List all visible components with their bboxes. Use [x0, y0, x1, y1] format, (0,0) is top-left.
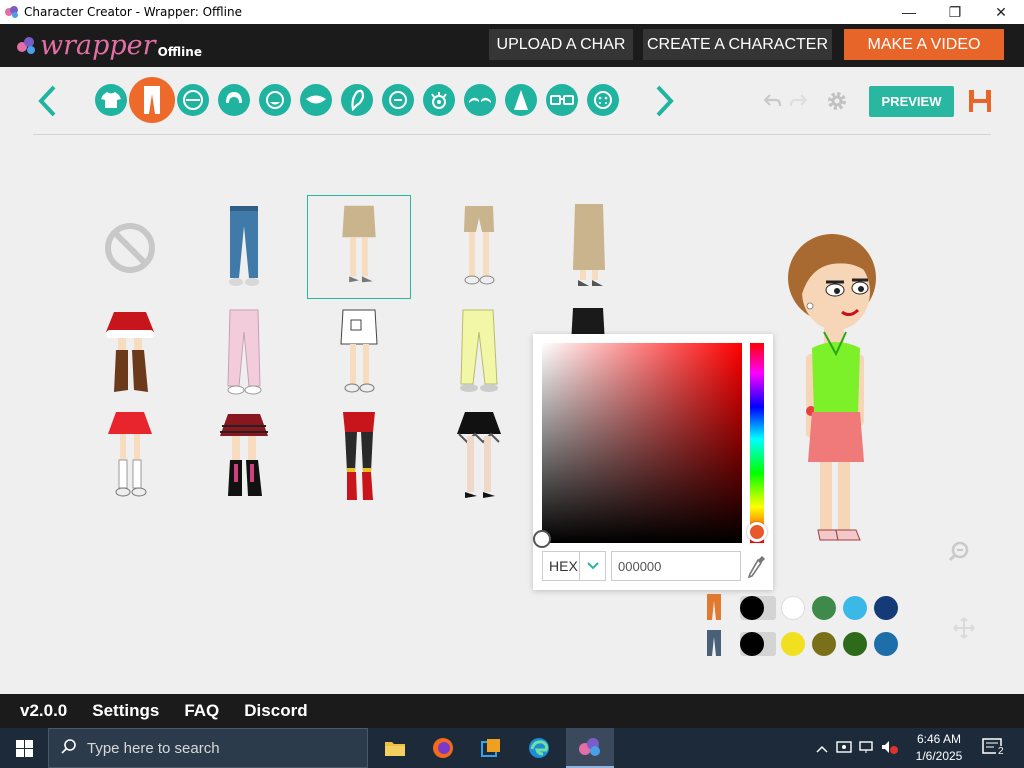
prev-category-arrow-icon[interactable] — [36, 84, 60, 118]
none-option-icon[interactable] — [78, 196, 182, 300]
legs-part-icon — [704, 629, 724, 662]
red-miniskirt-socks-item[interactable] — [78, 406, 182, 510]
logo-word: wrapper — [40, 29, 156, 61]
wrapper-app-icon — [4, 4, 20, 20]
logo-bubbles-icon — [17, 37, 35, 54]
window-titlebar: Character Creator - Wrapper: Offline — ❐… — [0, 0, 1024, 24]
swatch-navy[interactable] — [874, 596, 898, 620]
eyebrows-category-icon[interactable] — [464, 84, 496, 116]
window-title: Character Creator - Wrapper: Offline — [24, 5, 242, 19]
search-placeholder: Type here to search — [87, 739, 220, 757]
hue-slider[interactable] — [750, 343, 764, 543]
notifications-icon[interactable]: 2 — [982, 738, 1006, 763]
saturation-value-thumb[interactable] — [533, 530, 551, 548]
search-icon — [61, 738, 77, 759]
color-picker: HEX — [533, 334, 773, 590]
network-icon[interactable] — [858, 739, 874, 758]
notification-count: 2 — [996, 746, 1006, 757]
hue-slider-thumb[interactable] — [747, 522, 767, 542]
character-preview — [780, 230, 890, 553]
file-explorer-icon[interactable] — [371, 728, 419, 768]
close-button[interactable]: ✕ — [978, 0, 1024, 24]
swatch-dark-green[interactable] — [843, 632, 867, 656]
superhero-legs-item[interactable] — [307, 406, 411, 510]
mouth-category-icon[interactable] — [300, 84, 332, 116]
yellow-pants-item[interactable] — [427, 304, 531, 408]
saturation-value-area[interactable] — [542, 343, 742, 543]
swatch-yellow[interactable] — [781, 632, 805, 656]
lower-body-category-icon[interactable] — [129, 77, 175, 123]
swatch-white[interactable] — [781, 596, 805, 620]
save-icon[interactable] — [968, 89, 992, 118]
preview-button[interactable]: PREVIEW — [869, 86, 954, 117]
security-icon[interactable] — [836, 739, 852, 758]
chevron-up-icon[interactable] — [816, 741, 828, 756]
redo-icon[interactable] — [789, 92, 808, 115]
swatch-green[interactable] — [812, 596, 836, 620]
volume-muted-icon[interactable] — [880, 739, 898, 758]
swatch-blue[interactable] — [874, 632, 898, 656]
chevron-down-icon — [579, 552, 605, 580]
next-category-arrow-icon[interactable] — [652, 84, 676, 118]
color-format-select[interactable]: HEX — [542, 551, 606, 581]
undo-icon[interactable] — [763, 92, 782, 115]
clock-time: 6:46 AM — [916, 732, 962, 746]
nose-shape-category-icon[interactable] — [382, 84, 414, 116]
swatch-olive[interactable] — [812, 632, 836, 656]
firefox-icon[interactable] — [419, 728, 467, 768]
system-tray — [816, 728, 898, 768]
face-shape-category-icon[interactable] — [177, 84, 209, 116]
footer-link-settings[interactable]: Settings — [92, 701, 159, 721]
wrapper-taskbar-icon[interactable] — [566, 728, 614, 768]
jeans-item[interactable] — [192, 196, 296, 300]
swatch-black[interactable] — [740, 596, 764, 620]
zoom-icon[interactable] — [948, 540, 970, 567]
windows-start-icon[interactable] — [0, 728, 48, 768]
white-skirt-item[interactable] — [307, 304, 411, 408]
black-tutu-item[interactable] — [427, 406, 531, 510]
plaid-skirt-boots-item[interactable] — [192, 406, 296, 510]
eyedropper-icon[interactable] — [747, 554, 767, 580]
swatch-black[interactable] — [740, 632, 764, 656]
pink-pants-item[interactable] — [192, 304, 296, 408]
glasses-category-icon[interactable] — [546, 84, 578, 116]
move-icon[interactable] — [952, 616, 976, 645]
clock-date: 1/6/2025 — [915, 749, 963, 763]
make-video-button[interactable]: MAKE A VIDEO — [844, 29, 1004, 60]
swatch-light-blue[interactable] — [843, 596, 867, 620]
red-fur-skirt-boots-item[interactable] — [78, 304, 182, 408]
app-header: wrapper Offline UPLOAD A CHAR CREATE A C… — [0, 24, 1024, 67]
upper-body-category-icon[interactable] — [95, 84, 127, 116]
khaki-shorts-item[interactable] — [427, 196, 531, 300]
app-footer: v2.0.0 Settings FAQ Discord — [0, 694, 1024, 728]
upload-char-button[interactable]: UPLOAD A CHAR — [489, 29, 633, 60]
color-format-label: HEX — [549, 558, 578, 574]
khaki-skirt-item[interactable] — [307, 195, 411, 299]
nose-category-icon[interactable] — [505, 84, 537, 116]
taskbar-clock[interactable]: 6:46 AM 1/6/2025 — [906, 731, 972, 765]
create-character-button[interactable]: CREATE A CHARACTER — [643, 29, 832, 60]
face-extras-category-icon[interactable] — [587, 84, 619, 116]
windows-taskbar: Type here to search 6:46 AM 1/6/2025 2 — [0, 728, 1024, 768]
edge-icon[interactable] — [515, 728, 563, 768]
hex-value-input[interactable] — [611, 551, 741, 581]
toolbar-divider — [33, 134, 991, 135]
facial-hair-category-icon[interactable] — [259, 84, 291, 116]
app-window-icon[interactable] — [467, 728, 515, 768]
eyes-category-icon[interactable] — [423, 84, 455, 116]
logo-offline: Offline — [157, 45, 202, 59]
long-khaki-skirt-item[interactable] — [537, 196, 641, 300]
skirt-part-icon — [704, 593, 724, 626]
wrapper-logo[interactable]: wrapper Offline — [16, 28, 202, 62]
version-label: v2.0.0 — [20, 701, 68, 720]
footer-link-faq[interactable]: FAQ — [184, 701, 219, 721]
ear-category-icon[interactable] — [341, 84, 373, 116]
maximize-button[interactable]: ❐ — [932, 0, 978, 24]
footer-link-discord[interactable]: Discord — [244, 701, 307, 721]
hair-category-icon[interactable] — [218, 84, 250, 116]
minimize-button[interactable]: — — [886, 0, 932, 24]
taskbar-search-box[interactable]: Type here to search — [48, 728, 368, 768]
settings-gear-icon[interactable] — [825, 89, 849, 118]
